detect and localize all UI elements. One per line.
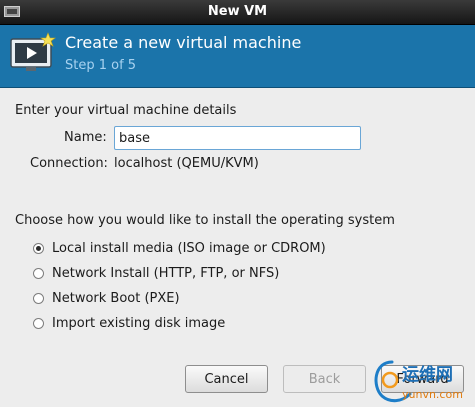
name-label: Name: [64,130,107,145]
watermark-logo: 运维网 yunvn.com [374,360,463,403]
radio-button[interactable] [33,317,44,329]
back-button[interactable]: Back [283,365,366,393]
name-field[interactable] [114,126,361,150]
radio-button[interactable] [33,242,44,254]
connection-value: localhost (QEMU/KVM) [114,156,259,171]
radio-local-media[interactable]: Local install media (ISO image or CDROM) [33,239,326,257]
window-title: New VM [207,4,268,19]
radio-network-install[interactable]: Network Install (HTTP, FTP, or NFS) [33,264,279,282]
virtual-machine-icon [10,32,56,71]
radio-import-disk[interactable]: Import existing disk image [33,314,225,332]
radio-label: Import existing disk image [52,315,226,331]
header-title: Create a new virtual machine [65,33,302,52]
radio-label: Network Boot (PXE) [52,290,180,306]
radio-label: Local install media (ISO image or CDROM) [52,240,326,256]
radio-network-boot[interactable]: Network Boot (PXE) [33,289,180,307]
connection-label: Connection: [30,156,108,171]
radio-button[interactable] [33,267,44,279]
radio-label: Network Install (HTTP, FTP, or NFS) [52,265,280,281]
watermark-url: yunvn.com [402,388,463,401]
watermark-text: 运维网 [402,364,453,385]
radio-button[interactable] [33,292,44,304]
install-method-heading: Choose how you would like to install the… [15,213,395,228]
details-heading: Enter your virtual machine details [15,103,237,118]
wizard-header: Create a new virtual machine Step 1 of 5 [0,25,475,88]
step-indicator: Step 1 of 5 [65,58,137,73]
cancel-button[interactable]: Cancel [185,365,268,393]
window-titlebar: New VM [0,0,475,25]
